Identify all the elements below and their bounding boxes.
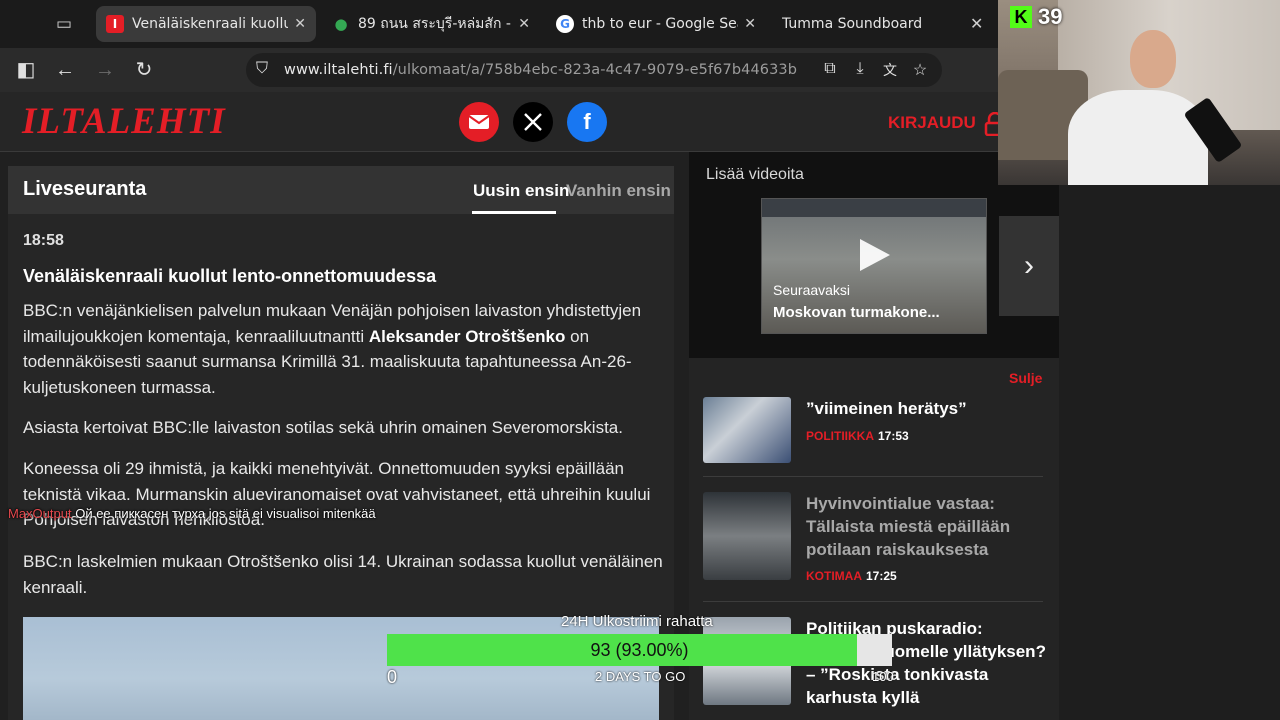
post-headline: Venäläiskenraali kuollut lento-onnettomu… bbox=[23, 266, 437, 286]
url-text: www.iltalehti.fi/ulkomaat/a/758b4ebc-823… bbox=[284, 62, 798, 78]
webcam-streamer bbox=[1068, 30, 1208, 185]
news-thumbnail bbox=[703, 492, 791, 580]
goal-progress-bar: 93 (93.00%) bbox=[387, 634, 892, 666]
news-item[interactable]: Hyvinvointialue vastaa: Tällaista miestä… bbox=[703, 492, 1045, 592]
video-news-strip bbox=[762, 199, 986, 217]
chat-message: MaxOutput Ой ее пиккасен турха jos sitä … bbox=[8, 506, 376, 521]
up-next-label: Seuraavaksi bbox=[773, 282, 851, 298]
tab-newest-first[interactable]: Uusin ensin bbox=[473, 181, 569, 201]
goal-max: 100 bbox=[872, 669, 894, 684]
download-icon[interactable]: ⤓ bbox=[850, 60, 870, 78]
browser-nav-bar: ◧ ← → ↻ ⛉ www.iltalehti.fi/ulkomaat/a/75… bbox=[0, 48, 998, 92]
live-feed-header: Liveseuranta Uusin ensin Vanhin ensin bbox=[8, 166, 674, 214]
tab-label: Tumma Soundboard bbox=[782, 16, 923, 32]
browser-tab-bar: ▭ I Venäläiskenraali kuollut lento ✕ ● 8… bbox=[0, 0, 998, 48]
active-tab-underline bbox=[472, 211, 556, 214]
chat-text: Ой ее пиккасен турха jos sitä ei visuali… bbox=[75, 506, 376, 521]
goal-time-remaining: 2 DAYS TO GO bbox=[595, 669, 686, 684]
viewer-count-badge: K 39 bbox=[1010, 4, 1062, 30]
close-tab-icon[interactable]: ✕ bbox=[518, 16, 530, 32]
streamer-head bbox=[1130, 30, 1176, 88]
video-caption: Moskovan turmakone... bbox=[773, 304, 940, 321]
iltalehti-logo[interactable]: ILTALEHTI bbox=[22, 100, 226, 143]
iltalehti-favicon-icon: I bbox=[106, 15, 124, 33]
close-tab-icon[interactable]: ✕ bbox=[294, 16, 306, 32]
news-meta: Politiikka 17:53 bbox=[806, 429, 909, 443]
divider bbox=[703, 601, 1043, 602]
login-label: KIRJAUDU bbox=[888, 113, 976, 132]
play-icon[interactable] bbox=[860, 239, 890, 271]
tab-label: thb to eur - Google Search bbox=[582, 16, 738, 32]
close-tab-icon[interactable]: ✕ bbox=[744, 16, 756, 32]
viewer-count: 39 bbox=[1038, 4, 1063, 29]
facebook-share-icon[interactable]: f bbox=[567, 102, 607, 142]
translate-icon[interactable]: 文 bbox=[880, 60, 900, 80]
bookmark-star-icon[interactable]: ☆ bbox=[910, 60, 930, 80]
shield-icon[interactable]: ⛉ bbox=[256, 60, 268, 78]
news-thumbnail bbox=[703, 397, 791, 463]
tab-label: Venäläiskenraali kuollut lento bbox=[132, 16, 289, 32]
goal-title: 24H Ulkostriimi rahatta bbox=[561, 613, 713, 630]
news-meta: Kotimaa 17:25 bbox=[806, 569, 897, 583]
map-pin-icon: ● bbox=[334, 15, 348, 33]
chevron-right-icon[interactable]: › bbox=[999, 216, 1059, 316]
news-title: ”viimeinen herätys” bbox=[806, 399, 967, 418]
forward-arrow-icon[interactable]: → bbox=[93, 58, 117, 82]
reload-icon[interactable]: ↻ bbox=[132, 58, 156, 82]
tab-iltalehti[interactable]: I Venäläiskenraali kuollut lento ✕ bbox=[96, 6, 316, 42]
email-share-icon[interactable] bbox=[459, 102, 499, 142]
post-paragraph: Koneessa oli 29 ihmistä, ja kaikki meneh… bbox=[23, 459, 651, 529]
tab-maps[interactable]: ● 89 ถนน สระบุรี-หล่มสัก - Goog ✕ bbox=[322, 6, 540, 42]
kick-logo-icon: K bbox=[1010, 6, 1032, 28]
goal-progress-value: 93 (93.00%) bbox=[590, 640, 689, 660]
news-item[interactable]: ”viimeinen herätys” Politiikka 17:53 bbox=[703, 397, 1045, 477]
post-paragraph: BBC:n venäjänkielisen palvelun mukaan Ve… bbox=[23, 301, 642, 397]
close-link[interactable]: Sulje bbox=[1009, 370, 1042, 386]
x-share-icon[interactable] bbox=[513, 102, 553, 142]
post-time: 18:58 bbox=[23, 232, 64, 249]
screen: ▭ I Venäläiskenraali kuollut lento ✕ ● 8… bbox=[0, 0, 1280, 720]
more-videos-title: Lisää videoita bbox=[706, 166, 804, 183]
address-bar[interactable]: ⛉ www.iltalehti.fi/ulkomaat/a/758b4ebc-8… bbox=[246, 53, 942, 87]
webcam-overlay: K 39 bbox=[998, 0, 1280, 185]
divider bbox=[703, 476, 1043, 477]
chat-username: MaxOutput bbox=[8, 506, 72, 521]
streamer-body bbox=[1068, 90, 1208, 185]
video-thumbnail[interactable]: Seuraavaksi Moskovan turmakone... bbox=[761, 198, 987, 334]
picture-in-picture-icon[interactable]: ⧉ bbox=[820, 60, 840, 78]
tab-manager-icon[interactable]: ▭ bbox=[52, 14, 76, 34]
site-header: ILTALEHTI f KIRJAUDU bbox=[0, 92, 1006, 152]
tab-label: 89 ถนน สระบุรี-หล่มสัก - Goog bbox=[358, 16, 512, 32]
sidebar-toggle-icon[interactable]: ◧ bbox=[14, 58, 38, 82]
back-arrow-icon[interactable]: ← bbox=[53, 58, 77, 82]
article-image bbox=[23, 617, 659, 720]
tab-google-search[interactable]: G thb to eur - Google Search ✕ bbox=[546, 6, 766, 42]
news-title: Hyvinvointialue vastaa: Tällaista miestä… bbox=[806, 494, 1011, 559]
login-button[interactable]: KIRJAUDU bbox=[888, 111, 1006, 137]
goal-min: 0 bbox=[387, 667, 398, 687]
live-feed-title: Liveseuranta bbox=[23, 178, 147, 200]
close-window-icon[interactable]: ✕ bbox=[970, 14, 983, 34]
tab-oldest-first[interactable]: Vanhin ensin bbox=[566, 181, 671, 201]
post-paragraph: BBC:n laskelmien mukaan Otroštšenko olis… bbox=[23, 552, 663, 597]
post-paragraph: Asiasta kertoivat BBC:lle laivaston soti… bbox=[23, 418, 623, 437]
empty-area bbox=[1059, 185, 1280, 720]
google-icon: G bbox=[556, 15, 574, 33]
tab-soundboard[interactable]: Tumma Soundboard bbox=[772, 6, 962, 42]
